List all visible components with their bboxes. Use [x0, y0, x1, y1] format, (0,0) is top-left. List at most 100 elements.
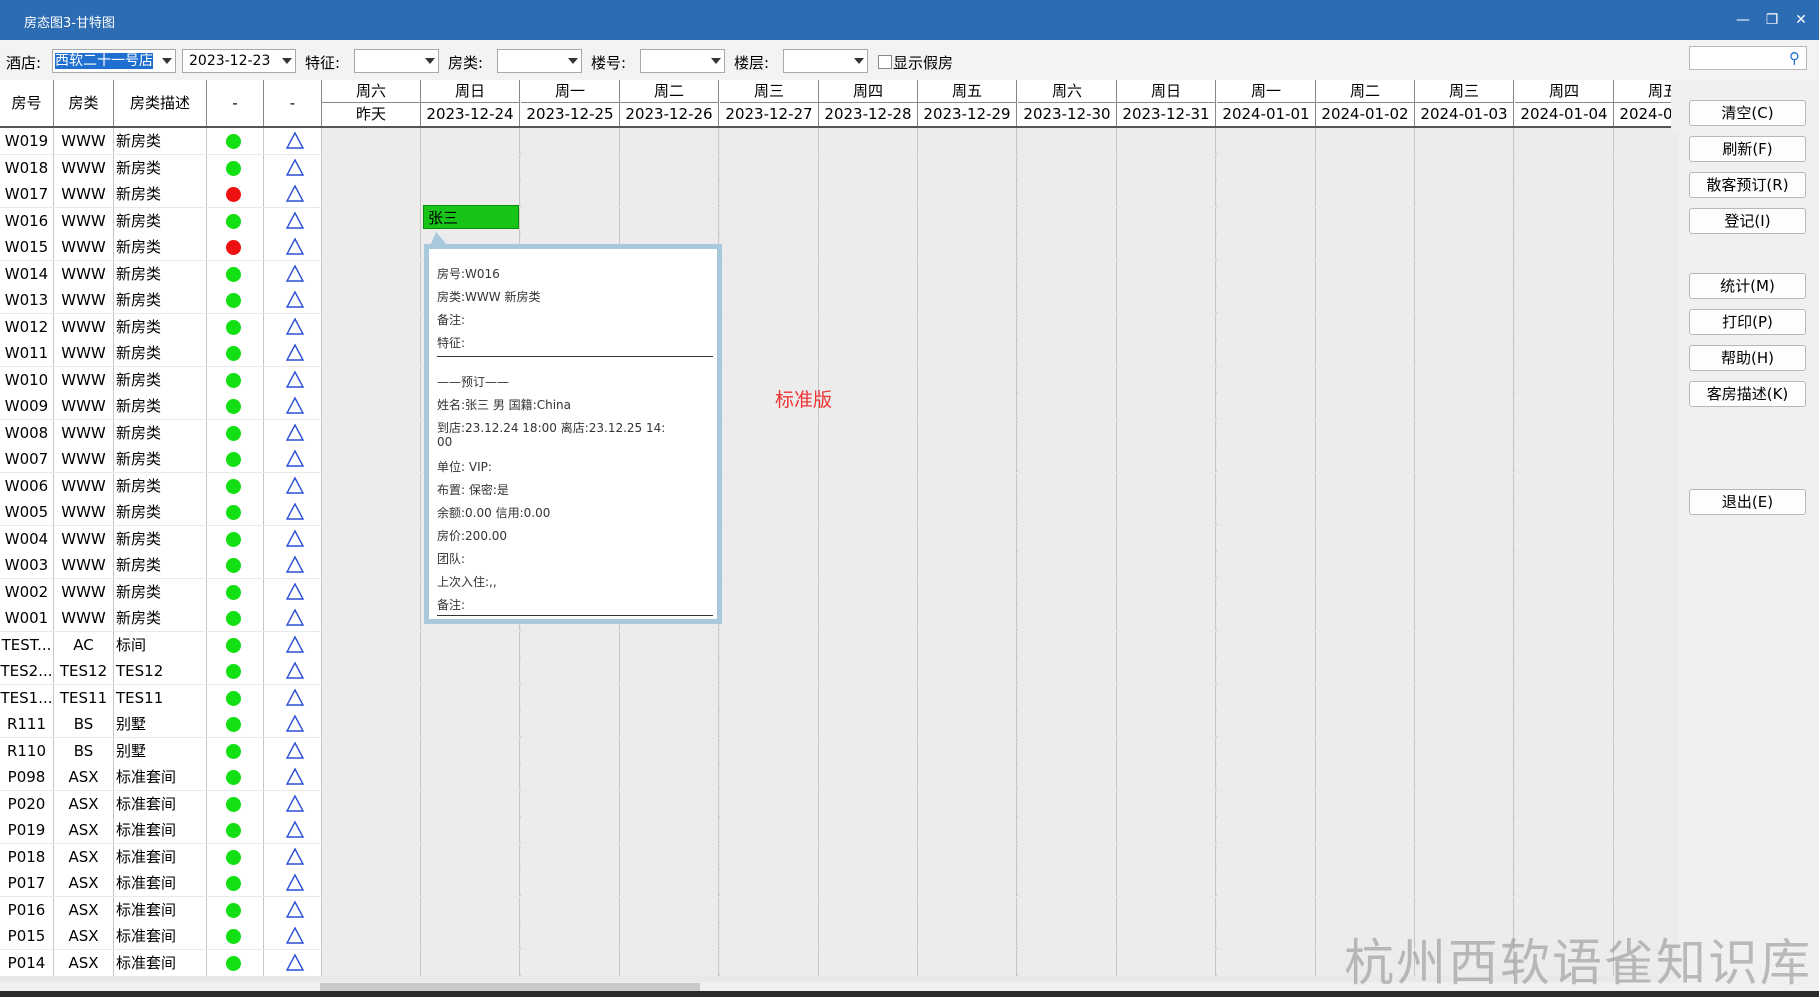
day-cell[interactable]: [819, 154, 918, 181]
day-cell[interactable]: [1316, 711, 1415, 737]
day-cell[interactable]: [1415, 790, 1514, 817]
day-cell[interactable]: [322, 234, 421, 260]
day-cell[interactable]: [1415, 446, 1514, 472]
day-cell[interactable]: [819, 896, 918, 923]
day-cell[interactable]: [1614, 472, 1671, 499]
table-row[interactable]: R111 BS 别墅: [0, 711, 1671, 737]
day-cell[interactable]: [1316, 605, 1415, 631]
day-cell[interactable]: [421, 896, 520, 923]
day-cell[interactable]: [1614, 154, 1671, 181]
day-cell[interactable]: [1316, 790, 1415, 817]
day-cell[interactable]: [720, 260, 819, 287]
day-cell[interactable]: [720, 843, 819, 870]
day-cell[interactable]: [819, 525, 918, 552]
table-row[interactable]: W007 WWW 新房类: [0, 446, 1671, 472]
day-cell[interactable]: [918, 366, 1017, 393]
day-cell[interactable]: [421, 817, 520, 843]
day-cell[interactable]: [1018, 154, 1117, 181]
day-cell[interactable]: [1515, 658, 1614, 684]
day-cell[interactable]: [720, 181, 819, 207]
day-cell[interactable]: [819, 393, 918, 419]
day-cell[interactable]: [521, 896, 620, 923]
sidebar-button[interactable]: 退出(E): [1689, 489, 1806, 515]
day-cell[interactable]: [620, 896, 719, 923]
day-cell[interactable]: [620, 631, 719, 658]
table-row[interactable]: W010 WWW 新房类: [0, 366, 1671, 393]
day-cell[interactable]: [1316, 446, 1415, 472]
day-cell[interactable]: [918, 154, 1017, 181]
day-cell[interactable]: [1217, 578, 1316, 605]
day-cell[interactable]: [1614, 525, 1671, 552]
day-cell[interactable]: [1614, 499, 1671, 525]
day-cell[interactable]: [322, 419, 421, 446]
day-cell[interactable]: [720, 578, 819, 605]
day-cell[interactable]: [1316, 181, 1415, 207]
day-cell[interactable]: [1217, 260, 1316, 287]
day-cell[interactable]: [1415, 737, 1514, 764]
day-cell[interactable]: [918, 313, 1017, 340]
day-cell[interactable]: [1018, 684, 1117, 711]
triangle-icon[interactable]: [285, 370, 305, 390]
day-cell[interactable]: [1614, 843, 1671, 870]
day-cell[interactable]: [720, 419, 819, 446]
day-cell[interactable]: [1018, 764, 1117, 790]
day-cell[interactable]: [620, 711, 719, 737]
day-cell[interactable]: [819, 472, 918, 499]
day-cell[interactable]: [918, 260, 1017, 287]
day-cell[interactable]: [322, 525, 421, 552]
day-cell[interactable]: [1117, 446, 1216, 472]
day-cell[interactable]: [819, 631, 918, 658]
day-cell[interactable]: [322, 684, 421, 711]
day-cell[interactable]: [918, 764, 1017, 790]
day-cell[interactable]: [1018, 658, 1117, 684]
day-cell[interactable]: [1117, 313, 1216, 340]
day-cell[interactable]: [521, 631, 620, 658]
day-cell[interactable]: [1415, 843, 1514, 870]
day-cell[interactable]: [1117, 366, 1216, 393]
day-cell[interactable]: [720, 764, 819, 790]
day-cell[interactable]: [1018, 207, 1117, 234]
day-cell[interactable]: [1614, 658, 1671, 684]
day-cell[interactable]: [1316, 154, 1415, 181]
table-row[interactable]: W013 WWW 新房类: [0, 287, 1671, 313]
day-cell[interactable]: [1217, 393, 1316, 419]
day-cell[interactable]: [720, 552, 819, 578]
day-cell[interactable]: [1018, 499, 1117, 525]
day-cell[interactable]: [918, 128, 1017, 154]
day-cell[interactable]: [1217, 287, 1316, 313]
day-cell[interactable]: [1018, 366, 1117, 393]
day-cell[interactable]: [1316, 737, 1415, 764]
day-cell[interactable]: [521, 658, 620, 684]
day-cell[interactable]: [521, 711, 620, 737]
day-cell[interactable]: [1316, 472, 1415, 499]
day-cell[interactable]: [1316, 234, 1415, 260]
day-cell[interactable]: [1415, 711, 1514, 737]
day-cell[interactable]: [1316, 287, 1415, 313]
day-cell[interactable]: [819, 817, 918, 843]
day-cell[interactable]: [1316, 260, 1415, 287]
day-cell[interactable]: [620, 181, 719, 207]
triangle-icon[interactable]: [285, 476, 305, 496]
day-cell[interactable]: [1614, 684, 1671, 711]
day-cell[interactable]: [1515, 552, 1614, 578]
day-cell[interactable]: [1217, 631, 1316, 658]
day-cell[interactable]: [620, 658, 719, 684]
day-cell[interactable]: [1415, 260, 1514, 287]
day-cell[interactable]: [322, 790, 421, 817]
day-cell[interactable]: [918, 870, 1017, 896]
day-cell[interactable]: [521, 737, 620, 764]
day-cell[interactable]: [1018, 234, 1117, 260]
day-cell[interactable]: [322, 260, 421, 287]
day-cell[interactable]: [1614, 446, 1671, 472]
day-cell[interactable]: [620, 843, 719, 870]
minimize-button[interactable]: —: [1731, 8, 1755, 32]
day-cell[interactable]: [819, 419, 918, 446]
day-cell[interactable]: [421, 843, 520, 870]
table-row[interactable]: W004 WWW 新房类: [0, 525, 1671, 552]
day-cell[interactable]: [322, 605, 421, 631]
table-row[interactable]: W008 WWW 新房类: [0, 419, 1671, 446]
triangle-icon[interactable]: [285, 211, 305, 231]
day-cell[interactable]: [1614, 366, 1671, 393]
day-cell[interactable]: [1415, 578, 1514, 605]
day-cell[interactable]: [1316, 419, 1415, 446]
